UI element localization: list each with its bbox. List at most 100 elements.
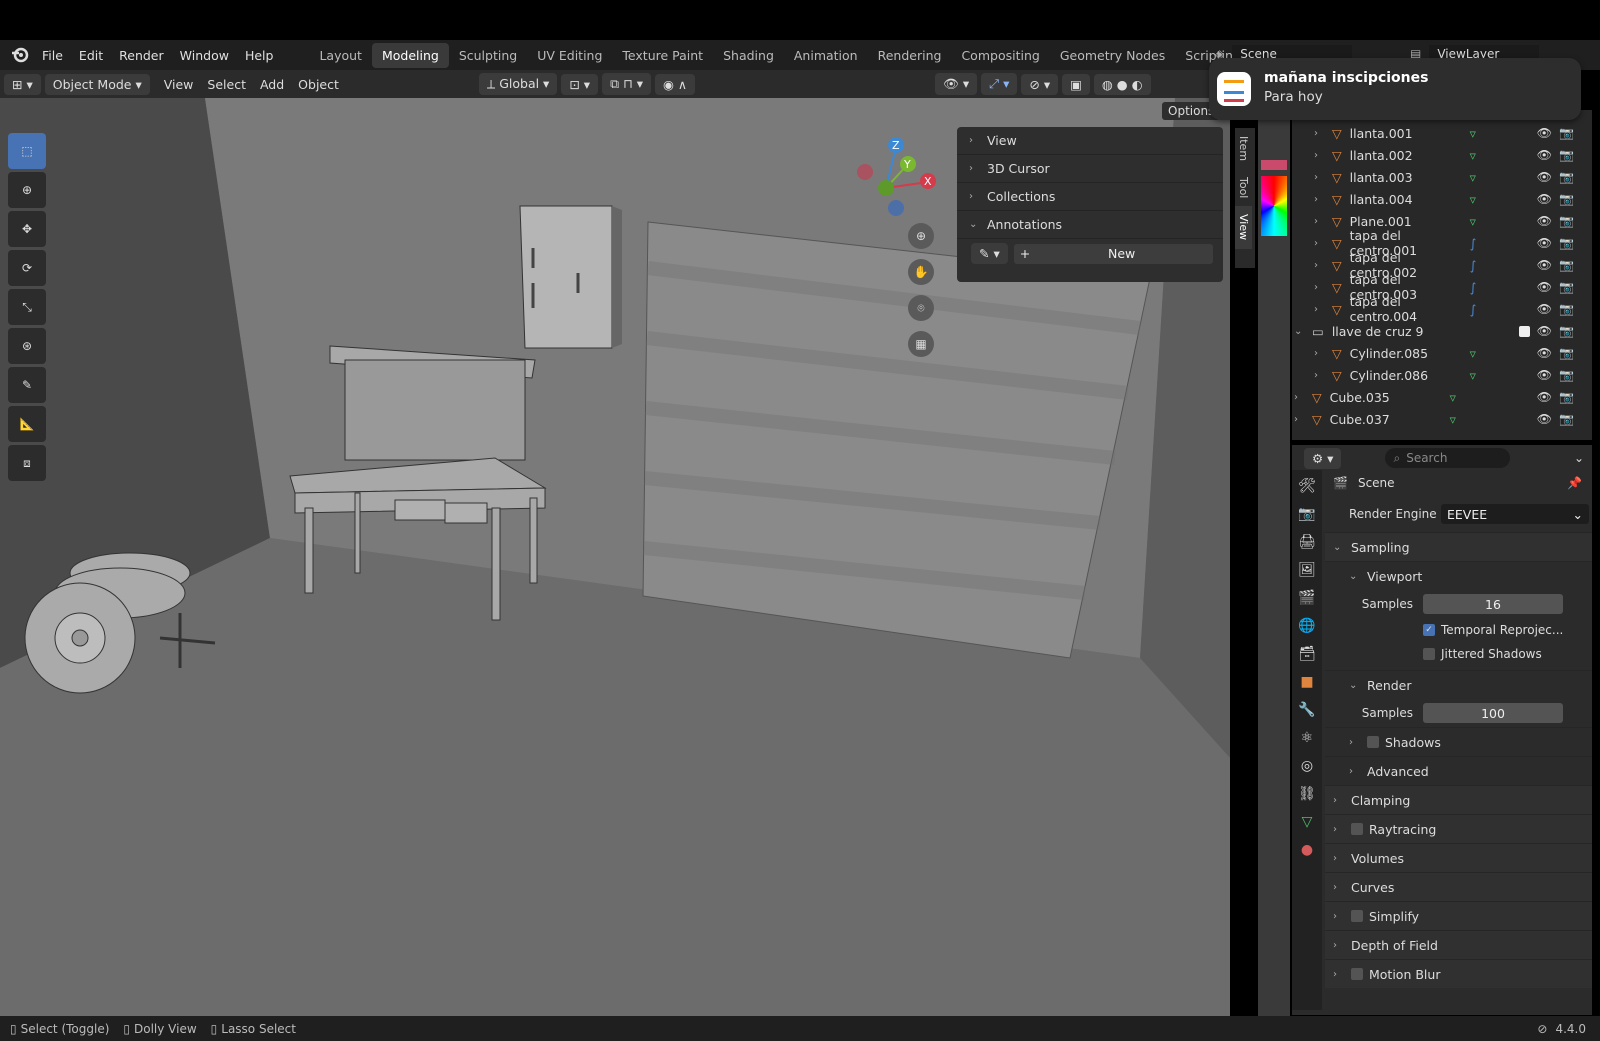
section-sampling[interactable]: ⌄ Sampling: [1325, 532, 1592, 561]
tool-tab-icon[interactable]: 🛠: [1298, 478, 1316, 494]
mesh-data-icon[interactable]: ▿: [1470, 214, 1476, 229]
visibility-eye-icon[interactable]: 👁: [1537, 390, 1552, 404]
gizmo-neg-z[interactable]: [888, 200, 904, 216]
visibility-eye-icon[interactable]: 👁: [1537, 214, 1552, 228]
render-camera-icon[interactable]: 📷: [1559, 126, 1574, 140]
select-box-tool[interactable]: ⬚: [8, 133, 46, 169]
section-clamping[interactable]: › Clamping: [1325, 785, 1592, 814]
outliner-row[interactable]: › ▽ tapa del centro.004 ∫ 👁 📷: [1292, 294, 1592, 324]
curve-data-icon[interactable]: ∫: [1470, 258, 1477, 273]
render-samples-field[interactable]: 100: [1423, 703, 1563, 723]
shadows-checkbox[interactable]: [1367, 736, 1379, 748]
visibility-eye-icon[interactable]: 👁: [1537, 192, 1552, 206]
properties-editor-type[interactable]: ⚙ ▾: [1304, 447, 1342, 469]
tab-sculpting[interactable]: Sculpting: [449, 43, 527, 68]
object-menu[interactable]: Object: [298, 77, 339, 92]
mode-dropdown[interactable]: Object Mode ▾: [44, 73, 150, 95]
render-camera-icon[interactable]: 📷: [1559, 258, 1574, 272]
select-menu[interactable]: Select: [207, 77, 246, 92]
chevron-down-icon[interactable]: ⌄: [1294, 326, 1304, 337]
world-tab-icon[interactable]: 🌐: [1298, 618, 1315, 634]
proportional-edit-toggle[interactable]: ◉ ∧: [654, 73, 695, 95]
visibility-eye-icon[interactable]: 👁: [1537, 324, 1552, 338]
tab-uv-editing[interactable]: UV Editing: [527, 43, 612, 68]
add-menu[interactable]: Add: [260, 77, 284, 92]
jittered-shadows-checkbox[interactable]: [1423, 648, 1435, 660]
chevron-right-icon[interactable]: ›: [1314, 348, 1324, 359]
collection-tab-icon[interactable]: 🗃: [1298, 646, 1316, 662]
constraints-tab-icon[interactable]: ⛓: [1298, 786, 1316, 802]
outliner-row[interactable]: › ▽ Cylinder.085 ▿ 👁 📷: [1292, 342, 1592, 364]
temporal-reprojection-checkbox[interactable]: ✓: [1423, 624, 1435, 636]
menu-file[interactable]: File: [42, 48, 63, 63]
npanel-section-view[interactable]: › View: [957, 127, 1223, 155]
visibility-eye-icon[interactable]: 👁: [1537, 170, 1552, 184]
view-layer-tab-icon[interactable]: 🖼: [1298, 562, 1316, 578]
visibility-eye-icon[interactable]: 👁: [1537, 236, 1552, 250]
ortho-grid-icon[interactable]: ▦: [908, 331, 934, 357]
transform-tool[interactable]: ⊛: [8, 328, 46, 364]
curve-data-icon[interactable]: ∫: [1470, 302, 1477, 317]
render-engine-dropdown[interactable]: EEVEE ⌄: [1441, 504, 1589, 524]
section-simplify[interactable]: › Simplify: [1325, 901, 1592, 930]
render-camera-icon[interactable]: 📷: [1559, 214, 1574, 228]
chevron-down-icon[interactable]: ⌄: [1574, 451, 1584, 465]
tab-modeling[interactable]: Modeling: [371, 42, 449, 68]
menu-render[interactable]: Render: [119, 48, 164, 63]
mesh-data-icon[interactable]: ▿: [1470, 192, 1476, 207]
outliner-row[interactable]: › ▽ Cube.035 ▿ 👁 📷: [1292, 386, 1592, 408]
menu-edit[interactable]: Edit: [79, 48, 103, 63]
chevron-right-icon[interactable]: ›: [1314, 194, 1324, 205]
visibility-eye-icon[interactable]: 👁: [1537, 280, 1552, 294]
outliner-row[interactable]: › ▽ llanta.001 ▿ 👁 📷: [1292, 122, 1592, 144]
system-notification[interactable]: mañana inscipciones Para hoy: [1209, 58, 1581, 120]
mesh-data-icon[interactable]: ▿: [1450, 390, 1456, 405]
mesh-data-icon[interactable]: ▿: [1470, 368, 1476, 383]
view-menu[interactable]: View: [164, 77, 194, 92]
subsection-viewport[interactable]: ⌄ Viewport: [1325, 561, 1592, 590]
chevron-right-icon[interactable]: ›: [1314, 304, 1324, 315]
outliner-row[interactable]: › ▽ llanta.002 ▿ 👁 📷: [1292, 144, 1592, 166]
gizmo-neg-y[interactable]: [878, 180, 894, 196]
mesh-data-icon[interactable]: ▿: [1470, 148, 1476, 163]
render-camera-icon[interactable]: 📷: [1559, 412, 1574, 426]
rotate-tool[interactable]: ⟳: [8, 250, 46, 286]
outliner-row[interactable]: › ▽ Cube.037 ▿ 👁 📷: [1292, 408, 1592, 430]
overlay-toggle[interactable]: ⊘ ▾: [1021, 73, 1059, 95]
output-tab-icon[interactable]: 🖨: [1298, 534, 1316, 550]
visibility-eye-icon[interactable]: 👁: [1537, 412, 1552, 426]
chevron-right-icon[interactable]: ›: [1314, 128, 1324, 139]
render-camera-icon[interactable]: 📷: [1559, 280, 1574, 294]
scene-tab-icon[interactable]: 🎬: [1298, 590, 1315, 606]
render-camera-icon[interactable]: 📷: [1559, 236, 1574, 250]
chevron-right-icon[interactable]: ›: [1314, 282, 1324, 293]
section-raytracing[interactable]: › Raytracing: [1325, 814, 1592, 843]
mesh-data-icon[interactable]: ▿: [1470, 126, 1476, 141]
curve-data-icon[interactable]: ∫: [1470, 236, 1477, 251]
render-camera-icon[interactable]: 📷: [1559, 170, 1574, 184]
curve-data-icon[interactable]: ∫: [1470, 280, 1477, 295]
pivot-dropdown[interactable]: ⊡ ▾: [561, 73, 599, 95]
tab-layout[interactable]: Layout: [309, 43, 372, 68]
tab-shading[interactable]: Shading: [713, 43, 784, 68]
scale-tool[interactable]: ⤡: [8, 289, 46, 325]
zoom-icon[interactable]: ⊕: [908, 223, 934, 249]
npanel-section-collections[interactable]: › Collections: [957, 183, 1223, 211]
render-camera-icon[interactable]: 📷: [1559, 148, 1574, 162]
chevron-right-icon[interactable]: ›: [1294, 392, 1304, 403]
annotation-layer-dropdown[interactable]: ✎ ▾: [971, 243, 1008, 264]
outliner-row[interactable]: › ▽ Cylinder.086 ▿ 👁 📷: [1292, 364, 1592, 386]
section-checkbox[interactable]: [1351, 910, 1363, 922]
add-cube-tool[interactable]: ⧈: [8, 445, 46, 481]
physics-tab-icon[interactable]: ◎: [1301, 758, 1313, 774]
snap-toggle[interactable]: ⧉ ⊓ ▾: [602, 73, 651, 95]
section-depth-of-field[interactable]: › Depth of Field: [1325, 930, 1592, 959]
chevron-right-icon[interactable]: ›: [1314, 150, 1324, 161]
section-checkbox[interactable]: [1351, 823, 1363, 835]
menu-window[interactable]: Window: [180, 48, 229, 63]
chevron-right-icon[interactable]: ›: [1314, 172, 1324, 183]
gizmo-toggle[interactable]: ⤢ ▾: [981, 73, 1018, 95]
npanel-section-annotations[interactable]: ⌄ Annotations: [957, 211, 1223, 239]
tab-rendering[interactable]: Rendering: [868, 43, 952, 68]
outliner-row[interactable]: › ▽ llanta.004 ▿ 👁 📷: [1292, 188, 1592, 210]
